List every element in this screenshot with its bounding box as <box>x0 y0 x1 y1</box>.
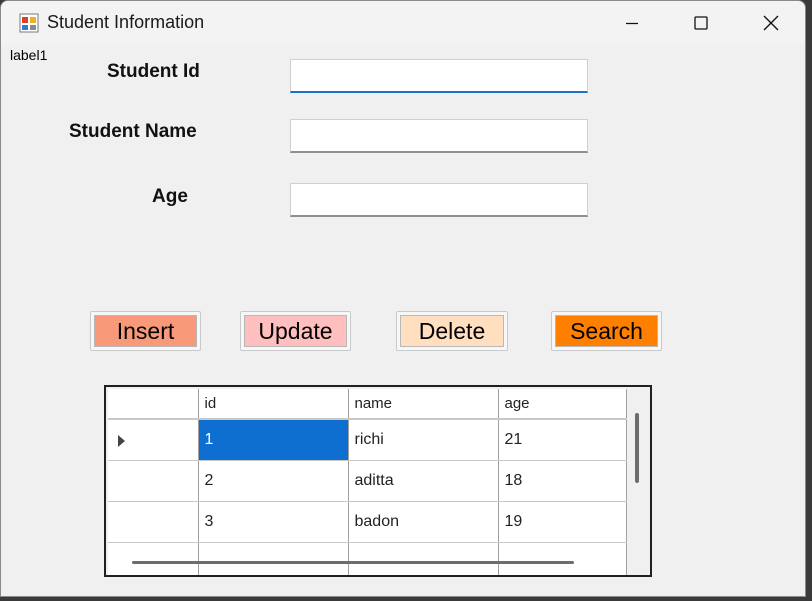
minimize-icon <box>626 22 638 25</box>
student-id-input[interactable] <box>290 59 588 93</box>
table-row[interactable]: 3 badon 19 <box>108 501 627 543</box>
row-pointer-icon <box>118 435 125 447</box>
delete-button-label: Delete <box>400 315 504 347</box>
grid-header-row: id name age <box>108 389 627 420</box>
title-bar[interactable]: Student Information <box>1 1 805 45</box>
row-header[interactable] <box>108 542 199 575</box>
cell-age[interactable]: 21 <box>498 419 627 461</box>
row-header[interactable] <box>108 419 199 461</box>
student-name-label: Student Name <box>69 121 197 142</box>
cell-age[interactable]: 18 <box>498 460 627 502</box>
close-button[interactable] <box>736 1 805 45</box>
student-name-input[interactable] <box>290 119 588 153</box>
maximize-button[interactable] <box>666 1 736 45</box>
column-header-age[interactable]: age <box>498 389 627 420</box>
cell-id[interactable]: 3 <box>198 501 349 543</box>
close-icon <box>763 15 779 31</box>
app-icon <box>19 13 39 33</box>
vertical-scrollbar[interactable] <box>635 413 639 483</box>
student-data-grid[interactable]: id name age 1 richi 21 2 aditta 18 3 bad… <box>104 385 652 577</box>
maximize-icon <box>694 16 708 30</box>
window-title: Student Information <box>47 12 205 32</box>
table-row[interactable]: 1 richi 21 <box>108 419 627 461</box>
cell-age[interactable] <box>498 542 627 575</box>
student-id-label: Student Id <box>107 61 200 82</box>
age-input[interactable] <box>290 183 588 217</box>
cell-age[interactable]: 19 <box>498 501 627 543</box>
main-window: Student Information label1 Student Id St… <box>0 0 806 597</box>
minimize-button[interactable] <box>597 1 667 45</box>
cell-name[interactable]: richi <box>348 419 499 461</box>
search-button-label: Search <box>555 315 658 347</box>
label1: label1 <box>10 47 48 63</box>
update-button-label: Update <box>244 315 347 347</box>
row-header[interactable] <box>108 501 199 543</box>
grid-table: id name age 1 richi 21 2 aditta 18 3 bad… <box>108 389 627 575</box>
search-button[interactable]: Search <box>551 311 662 351</box>
cell-name[interactable] <box>348 542 499 575</box>
grid-corner-header[interactable] <box>108 389 199 420</box>
column-header-name[interactable]: name <box>348 389 499 420</box>
horizontal-scrollbar[interactable] <box>132 561 574 564</box>
insert-button[interactable]: Insert <box>90 311 201 351</box>
cell-id[interactable] <box>198 542 349 575</box>
cell-id[interactable]: 2 <box>198 460 349 502</box>
cell-name[interactable]: badon <box>348 501 499 543</box>
table-row[interactable] <box>108 542 627 575</box>
update-button[interactable]: Update <box>240 311 351 351</box>
cell-id[interactable]: 1 <box>198 419 349 461</box>
row-header[interactable] <box>108 460 199 502</box>
cell-name[interactable]: aditta <box>348 460 499 502</box>
age-label: Age <box>152 186 188 207</box>
table-row[interactable]: 2 aditta 18 <box>108 460 627 502</box>
insert-button-label: Insert <box>94 315 197 347</box>
delete-button[interactable]: Delete <box>396 311 508 351</box>
column-header-id[interactable]: id <box>198 389 349 420</box>
